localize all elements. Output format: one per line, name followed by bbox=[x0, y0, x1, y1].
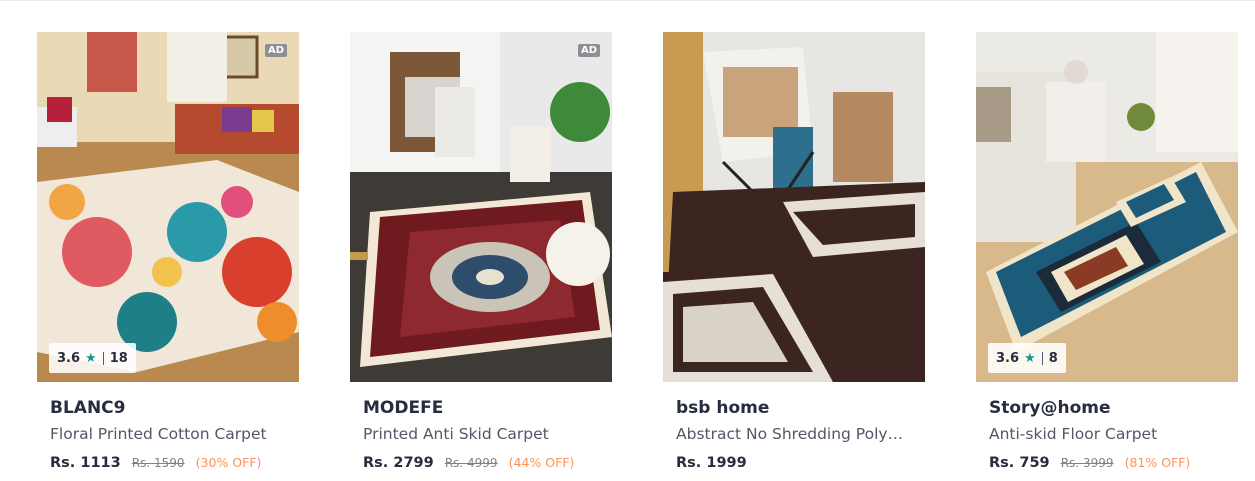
ad-badge: AD bbox=[577, 44, 600, 57]
rating-badge[interactable]: 3.6 ★ 8 bbox=[988, 343, 1066, 373]
product-card-3[interactable]: bsb home Abstract No Shredding Polyester… bbox=[663, 32, 925, 481]
product-image[interactable]: 3.6 ★ 8 bbox=[976, 32, 1238, 382]
product-card-4[interactable]: 3.6 ★ 8 Story@home Anti-skid Floor Carpe… bbox=[976, 32, 1238, 481]
price-row: Rs. 2799 Rs. 4999 (44% OFF) bbox=[363, 453, 599, 472]
product-brand[interactable]: Story@home bbox=[989, 398, 1225, 418]
rating-count: 18 bbox=[109, 350, 128, 366]
product-discount: (30% OFF) bbox=[195, 455, 262, 470]
rating-separator bbox=[102, 351, 104, 365]
rating-badge[interactable]: 3.6 ★ 18 bbox=[49, 343, 136, 373]
product-card-2[interactable]: AD MODEFE Printed Anti Skid Carpet Rs. 2… bbox=[350, 32, 612, 481]
product-brand[interactable]: MODEFE bbox=[363, 398, 599, 418]
product-price: Rs. 2799 bbox=[363, 455, 434, 471]
product-image[interactable]: AD 3.6 ★ 18 bbox=[37, 32, 299, 382]
price-row: Rs. 1999 bbox=[676, 453, 912, 472]
product-title[interactable]: Printed Anti Skid Carpet bbox=[363, 424, 599, 444]
carpet-photo bbox=[663, 32, 925, 382]
product-price: Rs. 1999 bbox=[676, 455, 747, 471]
carpet-photo bbox=[37, 32, 299, 382]
product-discount: (44% OFF) bbox=[508, 455, 575, 470]
product-brand[interactable]: bsb home bbox=[676, 398, 912, 418]
carpet-photo bbox=[976, 32, 1238, 382]
top-divider bbox=[0, 0, 1255, 1]
product-mrp: Rs. 3999 bbox=[1060, 456, 1114, 470]
product-brand[interactable]: BLANC9 bbox=[50, 398, 286, 418]
product-price: Rs. 759 bbox=[989, 455, 1050, 471]
rating-value: 3.6 bbox=[57, 350, 81, 366]
rating-value: 3.6 bbox=[996, 350, 1020, 366]
rating-count: 8 bbox=[1048, 350, 1058, 366]
price-row: Rs. 1113 Rs. 1590 (30% OFF) bbox=[50, 453, 286, 472]
product-mrp: Rs. 4999 bbox=[444, 456, 498, 470]
star-icon: ★ bbox=[1024, 350, 1036, 366]
star-icon: ★ bbox=[85, 350, 97, 366]
ad-badge: AD bbox=[264, 44, 287, 57]
product-price: Rs. 1113 bbox=[50, 455, 121, 471]
product-card-1[interactable]: AD 3.6 ★ 18 BLANC9 Floral Printed Cotton… bbox=[37, 32, 299, 481]
product-mrp: Rs. 1590 bbox=[131, 456, 185, 470]
product-title[interactable]: Abstract No Shredding Polyester Carpet bbox=[676, 424, 912, 444]
product-discount: (81% OFF) bbox=[1124, 455, 1191, 470]
rating-separator bbox=[1041, 351, 1043, 365]
product-title[interactable]: Floral Printed Cotton Carpet bbox=[50, 424, 286, 444]
price-row: Rs. 759 Rs. 3999 (81% OFF) bbox=[989, 453, 1225, 472]
product-title[interactable]: Anti-skid Floor Carpet bbox=[989, 424, 1225, 444]
carpet-photo bbox=[350, 32, 612, 382]
product-image[interactable] bbox=[663, 32, 925, 382]
product-image[interactable]: AD bbox=[350, 32, 612, 382]
